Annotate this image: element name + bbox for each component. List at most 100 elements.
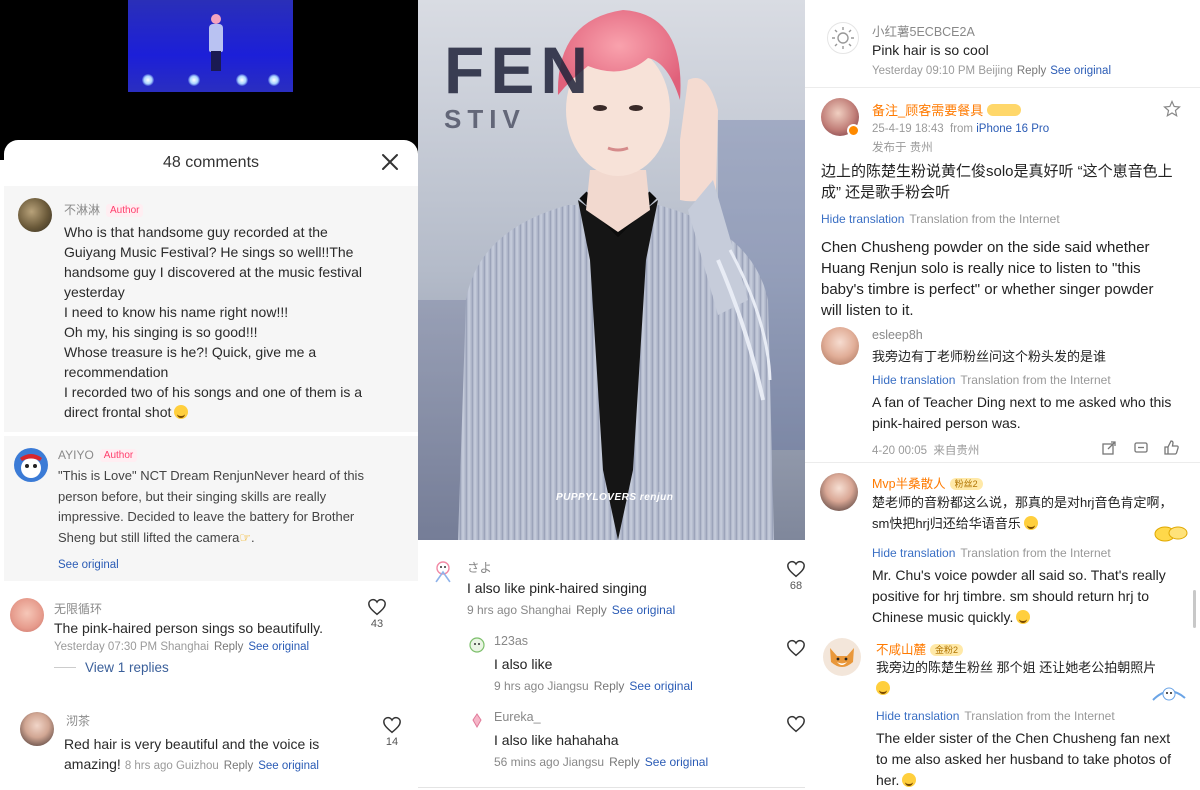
star-icon[interactable] [1163,100,1181,123]
laughing-emoji-icon [902,773,917,787]
reply-meta: 4-20 00:05 来自贵州 [872,445,980,457]
stage-light [188,74,200,86]
crying-emoji-icon [1016,610,1031,624]
comment-username[interactable]: 123as [494,634,528,648]
close-icon[interactable] [378,150,402,174]
see-original-link[interactable]: See original [58,559,119,571]
comment-text: The pink-haired person sings so beautifu… [54,620,324,636]
reply-button[interactable]: Reply [594,679,625,693]
comment-meta: 8 hrs ago Guizhou Reply See original [124,760,319,772]
like-button[interactable]: 68 [782,560,805,592]
reply-text-original: 楚老师的音粉都这么说，那真的是对hrj音色肯定啊， sm快把hrj归还给华语音乐 [872,495,1173,531]
comment-username[interactable]: 无限循环 [54,600,102,617]
see-original-link[interactable]: See original [629,679,692,693]
share-icon[interactable] [1101,440,1117,461]
reply-button[interactable]: Reply [1017,65,1046,77]
sticker-icon [1149,680,1189,711]
like-button[interactable]: 14 [378,716,406,748]
comment-text: I also like hahahaha [494,732,619,748]
reply-button[interactable]: Reply [214,641,243,653]
translation-row: Hide translation Translation from the Int… [821,212,1060,226]
heart-icon [378,716,406,734]
comment-item: 无限循环 The pink-haired person sings so bea… [4,594,418,694]
user-avatar[interactable] [820,473,858,511]
comment-meta: 56 mins ago Jiangsu Reply See original [494,755,709,769]
reply-button[interactable]: Reply [609,755,640,769]
comment-username[interactable]: AYIYO Author [58,448,138,462]
comment-username[interactable]: Eureka_ [494,710,541,724]
see-original-link[interactable]: See original [612,603,675,617]
laughing-emoji-icon [876,681,890,695]
sun-icon [832,27,854,49]
reply-button[interactable]: Reply [576,603,607,617]
device-link[interactable]: iPhone 16 Pro [976,123,1049,135]
backdrop-letters: FEN [444,33,594,107]
comment-meta: 9 hrs ago Jiangsu Reply See original [494,679,693,693]
sticker-icon [1153,522,1189,547]
comment-username[interactable]: さよ [467,557,492,576]
comments-list: さよ I also like pink-haired singing 9 hrs… [418,540,805,790]
user-avatar[interactable] [827,22,859,54]
like-button[interactable]: 43 [363,598,391,630]
reply-button[interactable]: Reply [224,760,253,772]
like-count: 43 [370,618,384,630]
thumbs-up-icon[interactable] [1163,439,1180,461]
user-avatar[interactable] [468,636,486,654]
hide-translation-button[interactable]: Hide translation [872,546,955,560]
see-original-link[interactable]: See original [645,755,708,769]
user-avatar[interactable] [468,711,486,729]
like-button[interactable] [782,715,805,733]
post-author-name[interactable]: 备注_顾客需要餐具 [872,100,1022,119]
reply-username[interactable]: Mvp半桑散人 粉丝2 [872,473,983,492]
reply-username[interactable]: 不咸山麓 金粉2 [876,639,964,658]
user-avatar[interactable] [823,638,861,676]
translation-row: Hide translation Translation from the Int… [872,546,1111,560]
reply-username[interactable]: esleep8h [872,328,923,342]
comment-text: Red hair is very beautiful and the voice… [64,736,320,772]
user-avatar[interactable] [10,598,44,632]
scrollbar[interactable] [1193,590,1196,628]
middle-panel: FEN STIV PUPPYLOVERS renjun さよ I also li… [418,0,805,790]
post-meta: 25-4-19 18:43 from iPhone 16 Pro [872,123,1050,135]
heart-icon [782,715,805,733]
user-avatar[interactable] [18,198,52,232]
like-button[interactable] [782,639,805,657]
singer-figure [208,14,224,72]
comment-item: 沏茶 Red hair is very beautiful and the vo… [4,708,418,788]
see-original-link[interactable]: See original [248,641,309,653]
like-count: 68 [789,580,803,592]
hide-translation-button[interactable]: Hide translation [876,709,959,723]
user-avatar[interactable] [430,558,456,584]
comment-username[interactable]: 小红薯5ECBCE2A [872,21,975,40]
hide-translation-button[interactable]: Hide translation [821,212,904,226]
divider [805,462,1200,463]
pointing-hand-icon: ☞ [239,529,252,545]
video-player[interactable] [0,0,418,160]
verified-badge-icon [847,124,860,137]
comment-meta: 9 hrs ago Shanghai Reply See original [467,603,676,617]
fan-badge: 粉丝2 [949,478,983,490]
see-original-link[interactable]: See original [1050,65,1111,77]
divider [805,87,1200,88]
comment-text: I also like [494,656,553,672]
user-avatar[interactable] [14,448,48,482]
view-replies-link[interactable]: View 1 replies [85,660,169,675]
crying-emoji-icon [1023,516,1038,530]
post-text-translated: Chen Chusheng powder on the side said wh… [821,239,1154,319]
left-comments-panel: 48 comments 不淋淋 Author Who is that handso… [0,0,418,790]
user-avatar[interactable] [20,712,54,746]
comment-icon[interactable] [1133,440,1149,461]
see-original-link[interactable]: See original [258,760,319,772]
comment-username[interactable]: 沏茶 [66,712,90,729]
comment-item: 不淋淋 Author Who is that handsome guy recor… [4,186,418,432]
backdrop-letters: STIV [444,104,526,134]
user-avatar[interactable] [821,327,859,365]
concert-video-thumbnail[interactable] [128,0,293,92]
comment-item: AYIYO Author "This is Love" NCT Dream Ren… [4,436,418,581]
heart-icon [363,598,391,616]
comment-username[interactable]: 不淋淋 Author [64,201,144,218]
hide-translation-button[interactable]: Hide translation [872,373,955,387]
fan-badge: 金粉2 [930,644,964,656]
performer-photo[interactable]: FEN STIV PUPPYLOVERS renjun [418,0,805,540]
stage-light [142,74,154,86]
